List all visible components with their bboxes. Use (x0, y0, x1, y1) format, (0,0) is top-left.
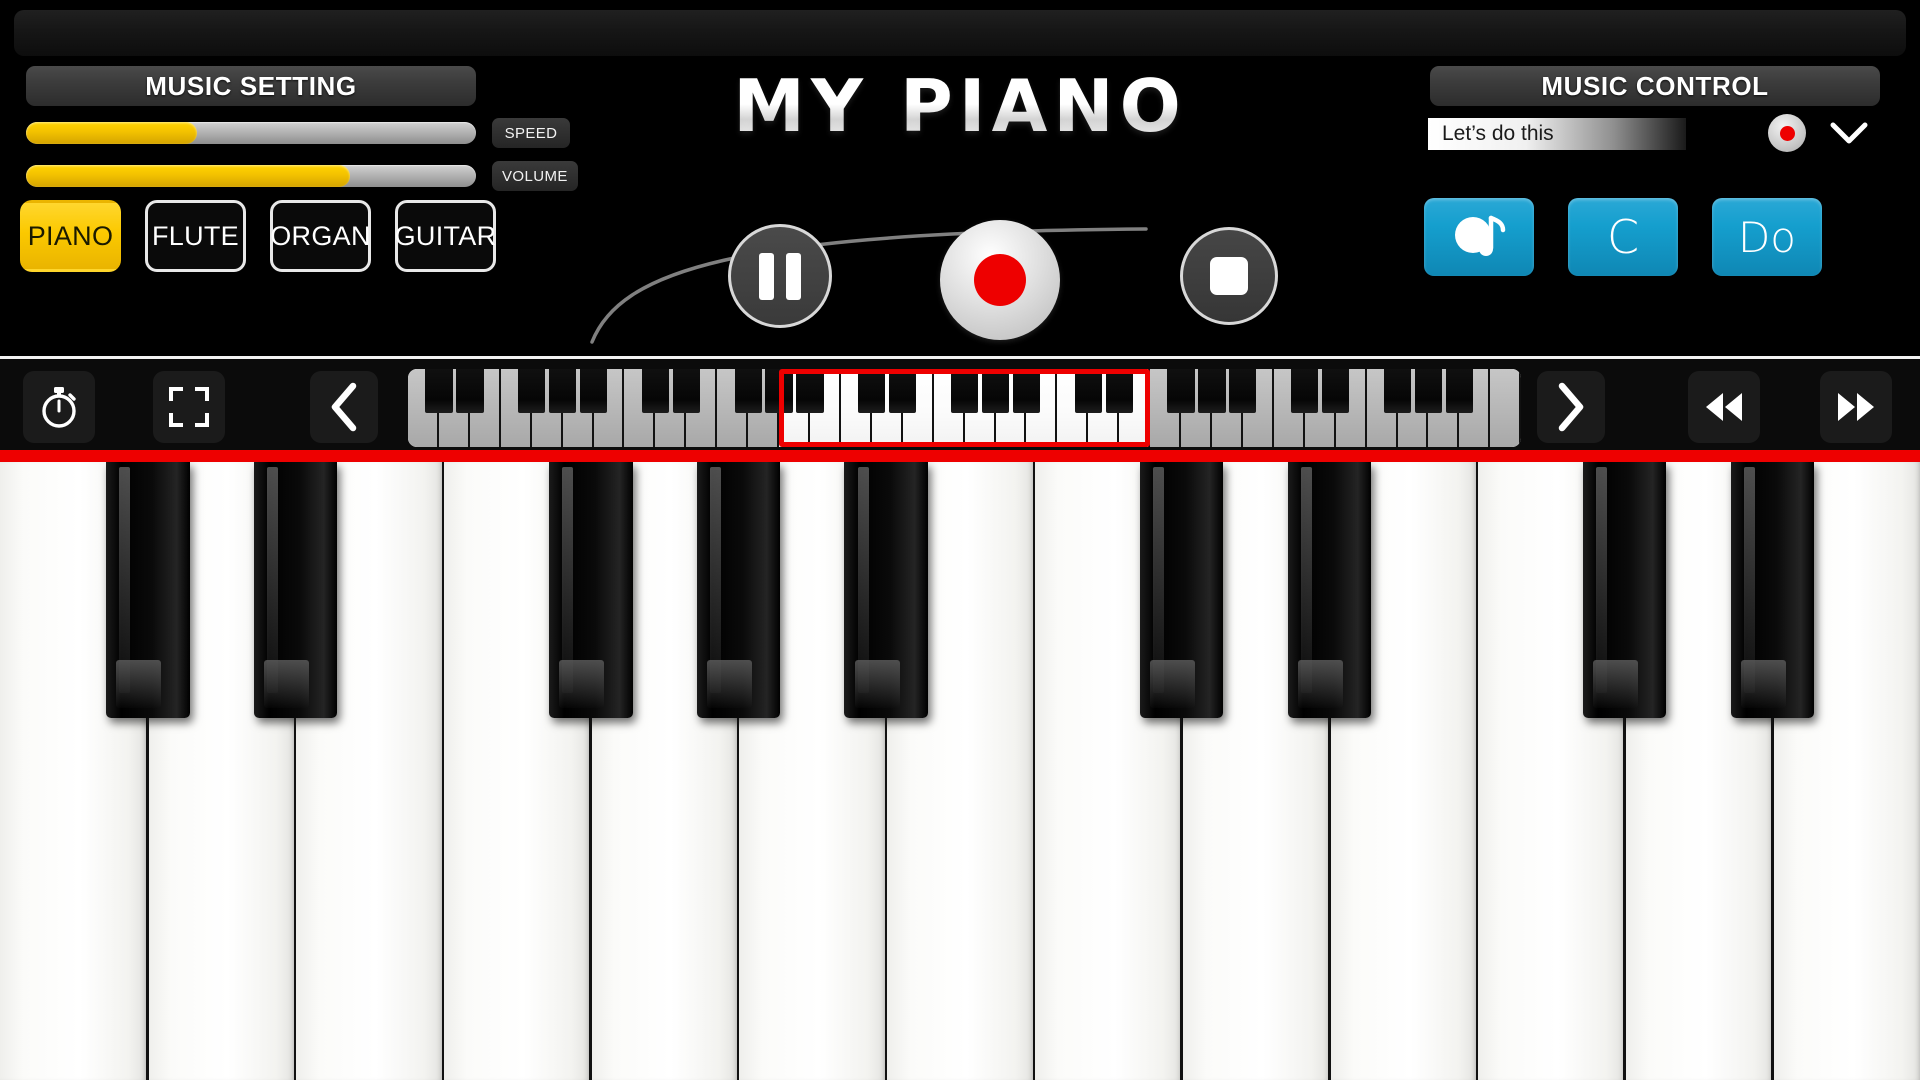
fullscreen-button[interactable] (153, 371, 225, 443)
volume-slider-fill (26, 165, 350, 187)
timer-button[interactable] (23, 371, 95, 443)
mini-keyboard[interactable] (408, 369, 1521, 447)
song-name-field[interactable]: Let’s do this (1428, 118, 1686, 150)
key-divider (1623, 718, 1626, 1080)
toolbar (0, 356, 1920, 452)
volume-slider[interactable] (26, 165, 476, 187)
red-divider (0, 450, 1920, 462)
mini-black-key[interactable] (1074, 369, 1102, 413)
stop-button[interactable] (1180, 227, 1278, 325)
note-letter-button[interactable]: C (1568, 198, 1678, 276)
volume-label: VOLUME (492, 161, 578, 191)
mini-black-key[interactable] (1445, 369, 1473, 413)
mini-black-key[interactable] (518, 369, 546, 413)
next-octave-button[interactable] (1537, 371, 1605, 443)
mini-black-key[interactable] (456, 369, 484, 413)
fast-forward-icon (1838, 393, 1874, 421)
mini-black-key[interactable] (1229, 369, 1257, 413)
piano-keyboard[interactable] (0, 462, 1920, 1080)
mini-black-key[interactable] (1414, 369, 1442, 413)
mini-black-key[interactable] (1198, 369, 1226, 413)
mini-black-key[interactable] (981, 369, 1010, 413)
mini-black-key[interactable] (858, 369, 886, 413)
mini-black-key[interactable] (425, 369, 453, 413)
chevron-right-icon (1558, 382, 1584, 432)
black-key[interactable] (1730, 462, 1815, 719)
fast-forward-button[interactable] (1820, 371, 1892, 443)
black-key[interactable] (1287, 462, 1372, 719)
mini-black-key[interactable] (734, 369, 762, 413)
key-divider (1771, 718, 1774, 1080)
black-key[interactable] (1582, 462, 1667, 719)
mini-black-key[interactable] (1383, 369, 1412, 413)
black-key[interactable] (696, 462, 781, 719)
previous-octave-button[interactable] (310, 371, 378, 443)
mini-black-key[interactable] (1321, 369, 1350, 413)
music-control-title: MUSIC CONTROL (1430, 66, 1880, 106)
mini-black-key[interactable] (1105, 369, 1133, 413)
mini-white-key[interactable] (1490, 369, 1521, 447)
music-control-buttons: C Do (1424, 198, 1822, 276)
top-bar (14, 10, 1906, 56)
pause-button[interactable] (728, 224, 832, 328)
mini-black-key[interactable] (672, 369, 700, 413)
mini-black-key[interactable] (1291, 369, 1319, 413)
piano-app: MUSIC SETTING SPEED VOLUME PIANO FLUTE O… (0, 0, 1920, 1080)
pause-icon (759, 252, 801, 300)
record-button[interactable] (940, 220, 1060, 340)
record-indicator-icon[interactable] (1768, 114, 1806, 152)
songs-button[interactable] (1424, 198, 1534, 276)
record-icon (974, 254, 1026, 306)
mini-black-key[interactable] (579, 369, 608, 413)
key-divider (737, 718, 740, 1080)
chevron-left-icon (331, 382, 357, 432)
key-divider (294, 718, 297, 1080)
mini-black-key[interactable] (889, 369, 917, 413)
black-key[interactable] (106, 462, 190, 719)
header: MUSIC SETTING SPEED VOLUME PIANO FLUTE O… (0, 56, 1920, 344)
volume-slider-row: VOLUME (26, 161, 578, 191)
stop-icon (1210, 257, 1248, 295)
rewind-button[interactable] (1688, 371, 1760, 443)
note-solfege-button[interactable]: Do (1712, 198, 1822, 276)
mini-black-key[interactable] (1167, 369, 1195, 413)
key-divider (885, 718, 887, 1080)
chevron-down-icon[interactable] (1826, 114, 1872, 152)
mini-black-key[interactable] (549, 369, 577, 413)
mini-black-key[interactable] (950, 369, 979, 413)
key-divider (589, 718, 592, 1080)
black-key[interactable] (844, 462, 928, 719)
mini-black-key[interactable] (765, 369, 793, 413)
mini-black-key[interactable] (641, 369, 670, 413)
mini-black-key[interactable] (796, 369, 824, 413)
black-key[interactable] (253, 462, 338, 719)
black-key[interactable] (1139, 462, 1224, 719)
black-key[interactable] (549, 462, 633, 719)
rewind-icon (1706, 393, 1742, 421)
key-divider (146, 718, 149, 1080)
key-divider (1328, 718, 1331, 1080)
mini-black-key[interactable] (1012, 369, 1041, 413)
music-note-icon (1455, 215, 1506, 256)
timer-icon (42, 387, 76, 428)
fullscreen-icon (169, 387, 209, 427)
key-divider (1180, 718, 1183, 1080)
